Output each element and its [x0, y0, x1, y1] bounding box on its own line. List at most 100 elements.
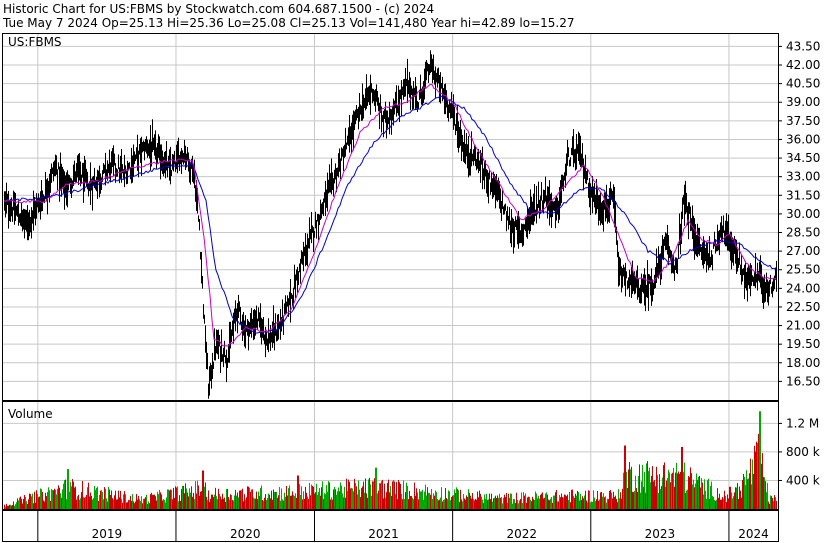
volume-bar	[124, 491, 125, 509]
volume-bar	[18, 500, 19, 509]
volume-bar	[432, 498, 433, 509]
volume-bar	[171, 489, 172, 509]
volume-bar	[546, 492, 547, 509]
volume-bar	[675, 472, 676, 509]
volume-bar	[534, 499, 535, 509]
volume-bar	[36, 490, 37, 509]
volume-bar	[156, 500, 157, 509]
volume-bar	[257, 499, 258, 509]
volume-bar	[205, 482, 206, 509]
volume-bar	[511, 493, 512, 509]
volume-bar	[266, 500, 267, 509]
volume-bar	[525, 493, 526, 509]
volume-bar	[326, 485, 327, 509]
year-label: 2019	[92, 527, 123, 541]
volume-bar	[374, 478, 375, 509]
volume-bar	[776, 501, 777, 509]
volume-bar	[187, 492, 188, 509]
volume-bar	[468, 489, 469, 509]
volume-bar	[649, 467, 650, 509]
volume-bar	[276, 491, 277, 509]
volume-bar	[84, 497, 85, 509]
volume-bar	[370, 484, 371, 509]
volume-bar	[115, 490, 116, 509]
volume-bar	[496, 498, 497, 509]
volume-bar	[416, 488, 417, 509]
volume-bar	[728, 498, 729, 509]
volume-bar	[448, 490, 449, 509]
volume-bar	[592, 502, 593, 509]
volume-bar	[208, 490, 209, 509]
volume-bar	[583, 498, 584, 509]
price-tick-label: 24.00	[786, 281, 820, 295]
volume-bar	[540, 494, 541, 509]
volume-bar	[695, 483, 696, 509]
volume-bar	[52, 490, 53, 509]
volume-bar	[38, 497, 39, 509]
volume-bar	[598, 500, 599, 509]
volume-bar	[302, 499, 303, 509]
volume-bar	[50, 500, 51, 509]
volume-bar	[299, 484, 300, 509]
volume-bar	[539, 498, 540, 509]
volume-bar	[342, 493, 343, 509]
volume-bar	[713, 497, 714, 509]
volume-bar	[703, 494, 704, 509]
volume-bar	[143, 498, 144, 509]
volume-bar	[96, 488, 97, 509]
volume-bar	[55, 489, 56, 509]
volume-bar	[275, 491, 276, 509]
volume-bar	[273, 489, 274, 509]
price-tick-label: 33.00	[786, 170, 820, 184]
volume-bar	[293, 494, 294, 509]
volume-bar	[137, 499, 138, 509]
volume-bar	[646, 463, 647, 509]
volume-bar	[151, 492, 152, 509]
volume-bar	[524, 495, 525, 509]
volume-bar	[146, 494, 147, 509]
volume-bar	[464, 498, 465, 509]
volume-bar	[98, 500, 99, 509]
volume-bar	[237, 492, 238, 509]
volume-bar	[163, 499, 164, 509]
volume-bar	[216, 496, 217, 509]
volume-bar	[427, 487, 428, 509]
volume-bar	[688, 476, 689, 509]
volume-bar	[383, 498, 384, 509]
volume-bar	[451, 497, 452, 509]
volume-bar	[40, 488, 41, 509]
volume-bar	[582, 496, 583, 509]
volume-bar	[461, 499, 462, 509]
volume-bar	[250, 491, 251, 509]
volume-bar	[515, 503, 516, 509]
volume-bar	[371, 495, 372, 509]
volume-bar	[256, 491, 257, 509]
volume-bar	[498, 497, 499, 509]
volume-bar	[126, 502, 127, 509]
volume-bar	[652, 466, 653, 509]
volume-bar	[86, 495, 87, 509]
volume-bar	[465, 499, 466, 509]
volume-bar	[31, 496, 32, 509]
volume-bar	[362, 486, 363, 509]
volume-bar	[45, 492, 46, 509]
volume-bar	[176, 487, 177, 509]
volume-bar	[561, 493, 562, 509]
volume-bar	[660, 489, 661, 509]
volume-bar	[229, 499, 230, 509]
volume-bar	[604, 497, 605, 509]
volume-bar	[269, 494, 270, 509]
volume-bar	[262, 500, 263, 509]
volume-bar	[186, 488, 187, 509]
price-tick-label: 31.50	[786, 188, 820, 202]
volume-bar	[312, 485, 313, 509]
price-tick-label: 42.00	[786, 58, 820, 72]
volume-bar	[301, 486, 302, 509]
volume-bar	[730, 486, 731, 509]
volume-bar	[743, 473, 744, 509]
volume-bar	[12, 505, 13, 509]
volume-bar	[500, 497, 501, 509]
volume-bar	[117, 499, 118, 509]
volume-bar	[636, 487, 637, 509]
volume-bar	[160, 492, 161, 509]
